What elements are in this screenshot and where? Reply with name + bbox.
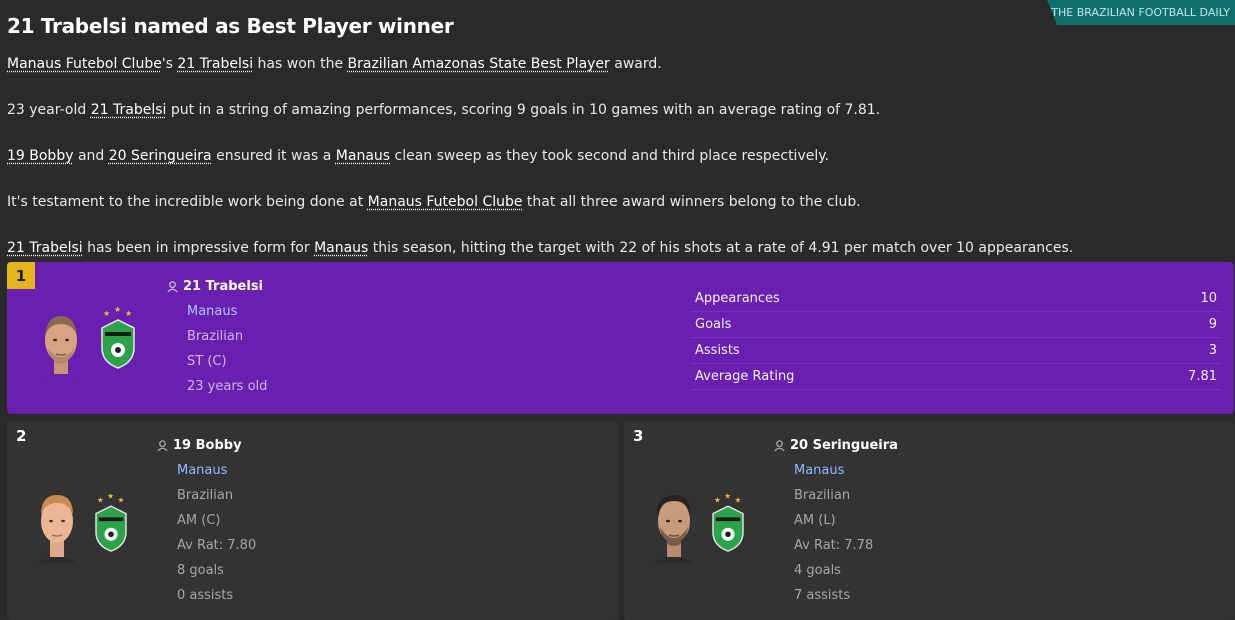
player-position: ST (C) [187,354,227,369]
player-face-icon[interactable] [33,491,81,563]
player-assists: 0 assists [177,588,234,603]
player-goals: 8 goals [177,563,224,578]
svg-text:★: ★ [114,306,121,314]
stat-row: Average Rating 7.81 [691,364,1221,390]
club-crest-icon[interactable]: ★ ★ ★ [99,306,137,370]
player-nationality: Brazilian [187,329,244,344]
player-link[interactable]: 19 Bobby [7,148,74,164]
rank-number: 3 [633,427,644,445]
player-goals: 4 goals [794,563,841,578]
player-club[interactable]: Manaus [157,458,256,483]
rank-number: 2 [16,427,27,445]
player-club[interactable]: Manaus [167,299,267,324]
player-face-icon[interactable] [650,491,698,563]
player-link[interactable]: 21 Trabelsi [91,102,167,118]
player-position: AM (C) [177,513,221,528]
svg-text:★: ★ [118,495,125,504]
player-name[interactable]: 21 Trabelsi [183,274,263,299]
player-name[interactable]: 20 Seringueira [790,433,898,458]
player-rating: Av Rat: 7.78 [794,538,874,553]
club-link[interactable]: Manaus [336,148,390,164]
news-headline: 21 Trabelsi named as Best Player winner [7,14,454,38]
player-assists: 7 assists [794,588,851,603]
winner-card: 1 ★ ★ ★ 21 Trabelsi Manaus Brazilian ST … [7,262,1234,414]
stat-row: Goals 9 [691,312,1221,338]
club-link[interactable]: Manaus Futebol Clube [368,194,523,210]
news-paragraph-5: 21 Trabelsi has been in impressive form … [7,240,1074,256]
stat-row: Appearances 10 [691,286,1221,312]
player-face-icon[interactable] [37,310,85,380]
rank-badge: 1 [7,262,35,289]
player-details: 20 Seringueira Manaus Brazilian AM (L) A… [774,433,898,608]
svg-text:★: ★ [103,309,110,318]
news-paragraph-3: 19 Bobby and 20 Seringueira ensured it w… [7,148,829,164]
winner-stats-table: Appearances 10 Goals 9 Assists 3 Average Ra… [691,286,1221,390]
player-name[interactable]: 19 Bobby [173,433,242,458]
svg-text:★: ★ [714,495,721,504]
second-place-card: 2 ★ ★ ★ 19 Bobby Manaus Brazilian AM (C)… [7,421,618,620]
person-icon [167,281,178,292]
player-position: AM (L) [794,513,836,528]
club-crest-icon[interactable]: ★ ★ ★ [710,493,746,553]
stat-row: Assists 3 [691,338,1221,364]
player-link[interactable]: 20 Seringueira [109,148,212,164]
player-rating: Av Rat: 7.80 [177,538,257,553]
svg-text:★: ★ [97,495,104,504]
person-icon [157,440,168,451]
third-place-card: 3 ★ ★ ★ 20 Seringueira Manaus Brazilian … [624,421,1234,620]
news-paragraph-4: It's testament to the incredible work be… [7,194,861,210]
newspaper-masthead: THE BRAZILIAN FOOTBALL DAILY [1047,0,1235,25]
player-age: 23 years old [187,379,268,394]
club-link[interactable]: Manaus Futebol Clube [7,56,162,72]
player-link[interactable]: 21 Trabelsi [177,56,253,72]
news-paragraph-2: 23 year-old 21 Trabelsi put in a string … [7,102,881,118]
player-club[interactable]: Manaus [774,458,898,483]
person-icon [774,440,785,451]
player-nationality: Brazilian [794,488,851,503]
award-link[interactable]: Brazilian Amazonas State Best Player [348,56,610,72]
svg-text:★: ★ [735,495,742,504]
club-link[interactable]: Manaus [314,240,368,256]
svg-text:★: ★ [107,493,114,501]
news-paragraph-1: Manaus Futebol Clube's 21 Trabelsi has w… [7,56,662,72]
club-crest-icon[interactable]: ★ ★ ★ [93,493,129,553]
svg-text:★: ★ [125,309,132,318]
player-details: 19 Bobby Manaus Brazilian AM (C) Av Rat:… [157,433,256,608]
svg-text:★: ★ [724,493,731,501]
player-link[interactable]: 21 Trabelsi [7,240,83,256]
player-nationality: Brazilian [177,488,234,503]
player-details: 21 Trabelsi Manaus Brazilian ST (C) 23 y… [167,274,267,399]
